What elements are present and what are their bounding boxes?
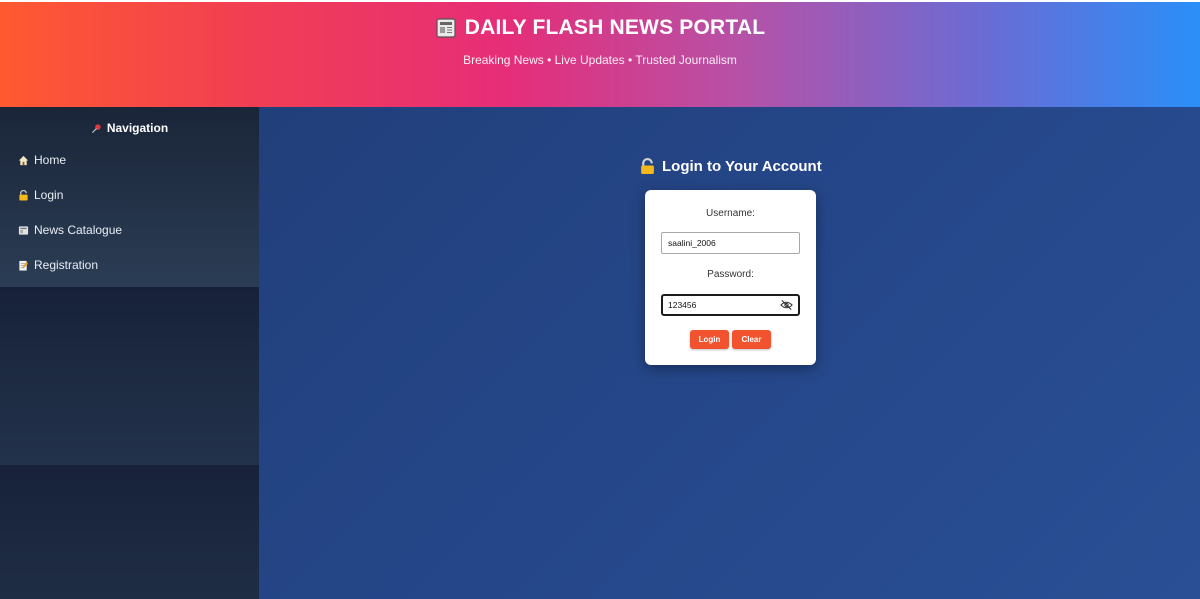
clear-button[interactable]: Clear — [732, 330, 771, 349]
sidebar-item-label: Home — [34, 153, 67, 167]
sidebar-footer-area — [0, 465, 259, 599]
site-title: DAILY FLASH NEWS PORTAL — [464, 16, 766, 39]
sidebar-item-registration[interactable]: Registration — [18, 255, 98, 275]
site-header: DAILY FLASH NEWS PORTAL Breaking News • … — [0, 2, 1200, 107]
sidebar: Navigation Home Login News Catalogue Reg… — [0, 107, 259, 599]
site-title-row: DAILY FLASH NEWS PORTAL — [0, 16, 1200, 40]
site-tagline: Breaking News • Live Updates • Trusted J… — [463, 53, 737, 67]
sidebar-filler — [0, 287, 259, 465]
sidebar-item-home[interactable]: Home — [18, 150, 66, 170]
nav-heading: Navigation — [0, 121, 259, 135]
password-field — [661, 294, 800, 316]
sidebar-item-label: News Catalogue — [34, 223, 123, 237]
sidebar-nav-panel: Navigation Home Login News Catalogue Reg… — [0, 107, 259, 287]
lock-icon — [19, 189, 28, 201]
memo-icon — [19, 260, 29, 271]
login-heading-text: Login to Your Account — [662, 158, 822, 175]
sidebar-item-label: Registration — [34, 258, 99, 272]
username-input[interactable] — [661, 232, 800, 254]
nav-heading-label: Navigation — [106, 121, 169, 135]
lock-icon — [641, 158, 654, 174]
sidebar-item-news-catalogue[interactable]: News Catalogue — [18, 220, 122, 240]
password-label: Password: — [707, 269, 754, 280]
sidebar-item-login[interactable]: Login — [18, 185, 63, 205]
login-button[interactable]: Login — [690, 330, 729, 349]
login-heading: Login to Your Account — [639, 158, 822, 175]
username-label: Username: — [706, 208, 755, 219]
newspaper-icon — [436, 18, 456, 38]
house-icon — [18, 155, 29, 165]
login-card: Username: Password: Login Clear — [645, 190, 816, 365]
sidebar-item-label: Login — [34, 188, 64, 202]
password-input[interactable] — [663, 296, 773, 314]
main-content: Login to Your Account Username: Password… — [259, 107, 1200, 599]
pushpin-icon — [91, 123, 101, 133]
newspaper-icon — [18, 225, 29, 235]
eye-slash-icon[interactable] — [780, 299, 793, 311]
